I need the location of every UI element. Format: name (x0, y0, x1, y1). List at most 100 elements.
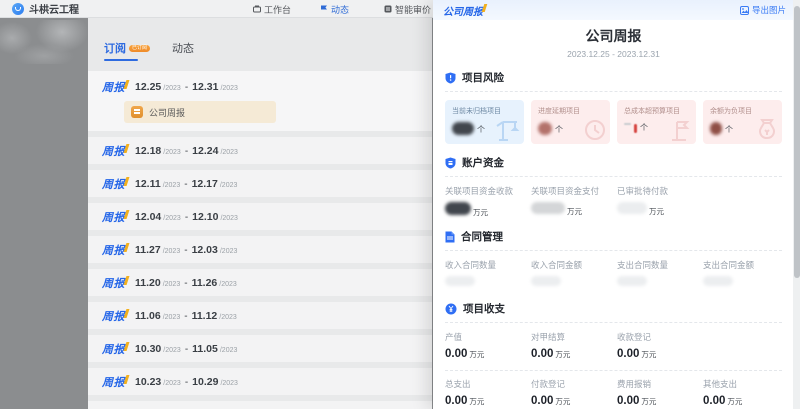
clock-icon (583, 118, 607, 142)
risk-card-over-budget[interactable]: 总成本超预算项目 个 (617, 100, 696, 144)
weekly-stamp-icon: 周报 (102, 275, 125, 291)
section-title: 项目收支 (463, 301, 505, 316)
tab-label: 动态 (172, 40, 194, 56)
metric: 费用报销 0.00万元 (617, 378, 703, 409)
date-range: 12.11/2023 - 12.17/2023 (135, 178, 237, 190)
report-title: 公司周报 (445, 26, 782, 46)
masked-value (617, 202, 647, 214)
flag-chart-icon (320, 5, 328, 13)
tab-subscribe[interactable]: 订阅 已订阅 (104, 40, 150, 56)
risk-card-delayed[interactable]: 进度延期项目 个 (531, 100, 610, 144)
masked-value (710, 122, 722, 135)
tab-dynamic[interactable]: 动态 (172, 40, 194, 56)
weekly-report-list: 周报 12.25/2023 - 12.31/2023 公司周报 周报 12.18… (88, 71, 432, 409)
list-item-week[interactable]: 周报 11.20/2023 - 11.26/2023 (88, 269, 432, 296)
date-range: 10.23/2023 - 10.29/2023 (135, 376, 238, 388)
weekly-stamp-icon: 周报 (102, 176, 125, 192)
list-item-week-partial[interactable] (88, 401, 432, 409)
metric: 对甲结算 0.00万元 (531, 331, 617, 362)
weekly-stamp-icon: 周报 (102, 143, 125, 159)
date-range: 11.06/2023 - 11.12/2023 (135, 310, 237, 322)
divider (445, 91, 782, 92)
list-item-week[interactable]: 周报 11.27/2023 - 12.03/2023 (88, 236, 432, 263)
masked-value (445, 276, 475, 286)
list-item-week[interactable]: 周报 10.23/2023 - 10.29/2023 (88, 368, 432, 395)
subscription-panel: 订阅 已订阅 动态 周报 12.25/2023 - 12.31/2023 (88, 18, 432, 409)
date-range: 12.18/2023 - 12.24/2023 (135, 145, 238, 157)
nav-item-workbench[interactable]: 工作台 (253, 0, 291, 18)
dimmed-page-background (0, 18, 88, 409)
company-weekly-report-link[interactable]: 公司周报 (124, 101, 276, 123)
risk-card-negative-balance[interactable]: 余额为负项目 个 (703, 100, 782, 144)
list-item-week-current[interactable]: 周报 12.25/2023 - 12.31/2023 公司周报 (88, 71, 432, 131)
metric: 支出合同金额 (703, 259, 789, 290)
masked-value (624, 123, 631, 125)
brand[interactable]: 斗栱云工程 (12, 1, 79, 16)
masked-value (452, 122, 474, 135)
metric: 关联项目资金支付 万元 (531, 185, 617, 218)
metric: 收入合同金额 (531, 259, 617, 290)
section-title: 项目风险 (462, 70, 504, 85)
report-stamp-logo: 公司周报 (443, 3, 483, 18)
section-project-risk: 项目风险 当前未归档项目 个 进度延期项目 个 (445, 70, 782, 144)
masked-value (445, 202, 471, 215)
divider (445, 370, 782, 371)
drawer-body: 公司周报 2023.12.25 - 2023.12.31 项目风险 当前未归档项… (433, 20, 800, 409)
metric: 已审批待付款 万元 (617, 185, 703, 218)
active-tab-underline (104, 59, 138, 61)
briefcase-icon (253, 5, 261, 13)
date-range: 12.25/2023 - 12.31/2023 (135, 81, 238, 93)
nav-item-label: 工作台 (264, 3, 291, 16)
masked-value (634, 124, 637, 133)
weekly-stamp-icon: 周报 (102, 242, 125, 258)
risk-card-unarchived[interactable]: 当前未归档项目 个 (445, 100, 524, 144)
metric: 其他支出 0.00万元 (703, 378, 789, 409)
shield-alert-icon (445, 72, 456, 84)
weekly-stamp-icon: 周报 (102, 308, 125, 324)
metric: 付款登记 0.00万元 (531, 378, 617, 409)
drawer-header: 公司周报 导出图片 (433, 0, 800, 20)
subscribe-badge: 已订阅 (129, 45, 150, 52)
section-account-funds: 账户资金 关联项目资金收款 万元 关联项目资金支付 万元 已审批待付款 万元 (445, 155, 782, 218)
list-item-week[interactable]: 周报 12.11/2023 - 12.17/2023 (88, 170, 432, 197)
nav-item-dynamic[interactable]: 动态 (320, 0, 349, 18)
list-item-week[interactable]: 周报 12.04/2023 - 12.10/2023 (88, 203, 432, 230)
export-image-label: 导出图片 (752, 4, 786, 16)
metric: 总支出 0.00万元 (445, 378, 531, 409)
metric: 关联项目资金收款 万元 (445, 185, 531, 218)
report-date-range: 2023.12.25 - 2023.12.31 (445, 49, 782, 59)
weekly-stamp-icon: 周报 (102, 374, 125, 390)
list-item-week[interactable]: 周报 11.06/2023 - 11.12/2023 (88, 302, 432, 329)
weekly-report-drawer: 公司周报 导出图片 公司周报 2023.12.25 - 2023.12.31 项… (433, 0, 800, 409)
weekly-stamp-icon: 周报 (102, 79, 125, 95)
moneybag-icon (755, 118, 779, 142)
section-title: 合同管理 (461, 229, 503, 244)
date-range: 12.04/2023 - 12.10/2023 (135, 211, 238, 223)
panel-tabs: 订阅 已订阅 动态 (104, 40, 432, 56)
background-banner-image (0, 20, 88, 64)
masked-value (531, 202, 565, 214)
date-range: 11.27/2023 - 12.03/2023 (135, 244, 237, 256)
wallet-shield-icon (445, 157, 456, 169)
export-image-button[interactable]: 导出图片 (740, 4, 786, 16)
review-icon (384, 5, 392, 13)
section-project-income-expense: 项目收支 产值 0.00万元 对甲结算 0.00万元 收款登记 0.00万元 (445, 301, 782, 409)
report-doc-icon (131, 106, 143, 118)
metric: 收款登记 0.00万元 (617, 331, 703, 362)
divider (445, 322, 782, 323)
app-screen: 斗栱云工程 工作台 动态 智能审价 限免 订阅 (0, 0, 800, 409)
scrollbar-thumb[interactable] (794, 6, 800, 278)
list-item-week[interactable]: 周报 12.18/2023 - 12.24/2023 (88, 137, 432, 164)
report-link-label: 公司周报 (149, 106, 185, 119)
drawer-scrollbar[interactable] (793, 0, 800, 409)
masked-value (538, 122, 552, 135)
metric: 支出合同数量 (617, 259, 703, 290)
divider (445, 176, 782, 177)
crane-icon (495, 116, 521, 142)
date-range: 10.30/2023 - 11.05/2023 (135, 343, 237, 355)
list-item-week[interactable]: 周报 10.30/2023 - 11.05/2023 (88, 335, 432, 362)
flag-icon (669, 118, 693, 142)
metric: 产值 0.00万元 (445, 331, 531, 362)
masked-value (617, 276, 647, 286)
divider (445, 250, 782, 251)
